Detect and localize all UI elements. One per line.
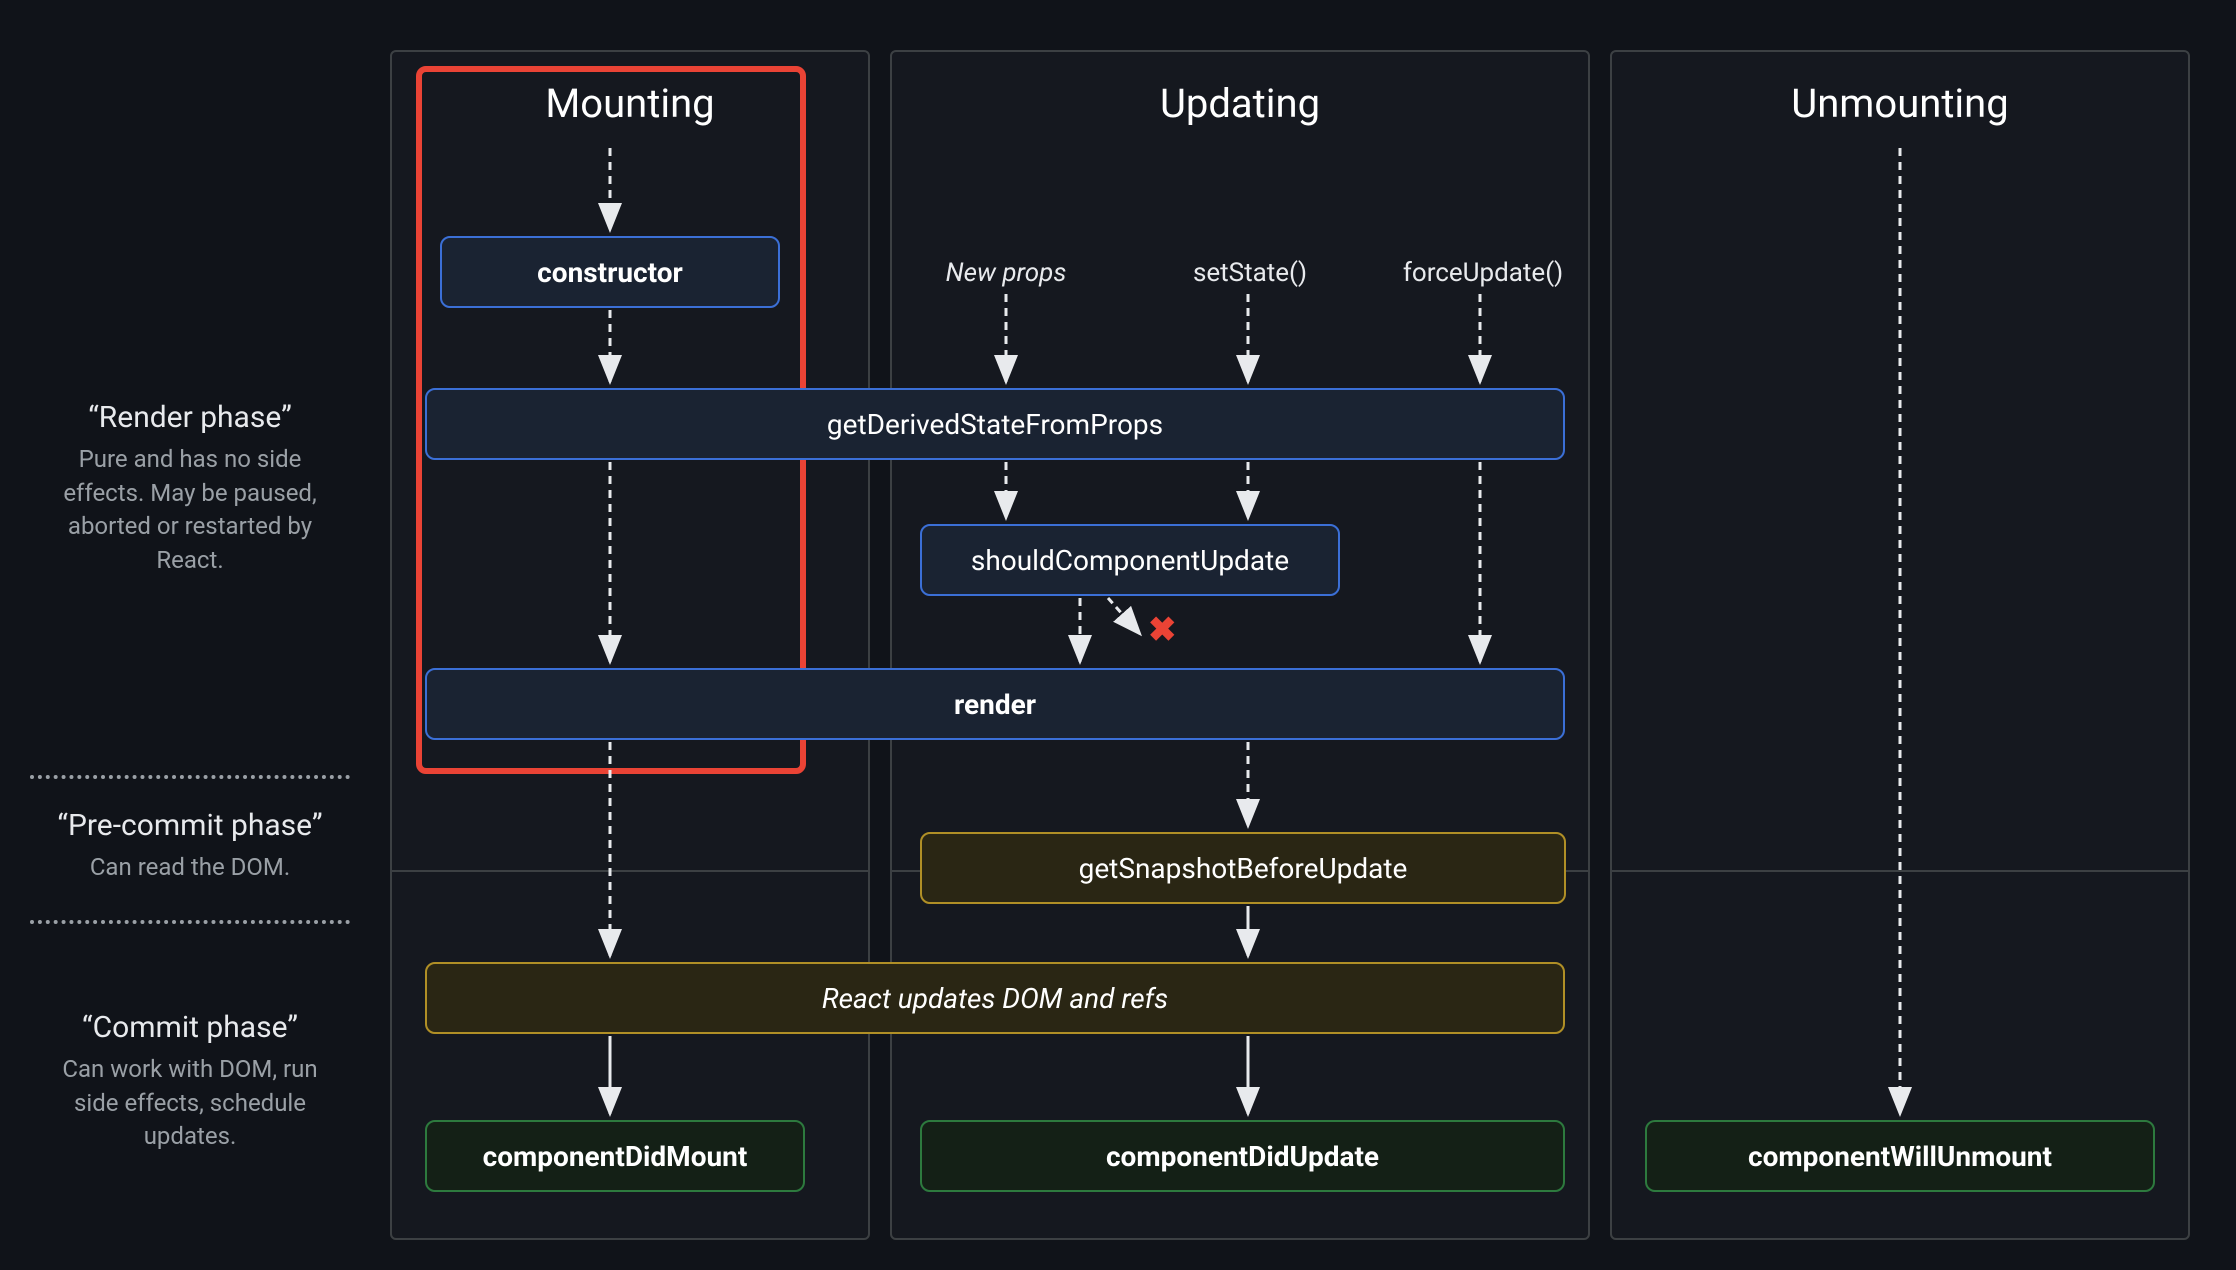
box-reactupdates-label: React updates DOM and refs — [822, 982, 1168, 1015]
box-render-label: render — [954, 688, 1036, 721]
phase-render-desc: Pure and has no side effects. May be pau… — [40, 443, 340, 577]
col-unmounting-header: Unmounting — [1612, 52, 2188, 127]
box-cdm[interactable]: componentDidMount — [425, 1120, 805, 1192]
phase-commit: “Commit phase” Can work with DOM, run si… — [40, 1010, 340, 1154]
box-cdm-label: componentDidMount — [483, 1140, 748, 1173]
trigger-newprops: New props — [926, 258, 1086, 288]
box-cwu[interactable]: componentWillUnmount — [1645, 1120, 2155, 1192]
row-sep-un — [1612, 870, 2188, 872]
box-cdu-label: componentDidUpdate — [1106, 1140, 1379, 1173]
phase-render: “Render phase” Pure and has no side effe… — [40, 400, 340, 577]
trigger-forceupdate: forceUpdate() — [1398, 258, 1568, 288]
box-cdu[interactable]: componentDidUpdate — [920, 1120, 1565, 1192]
phase-precommit-title: “Pre-commit phase” — [40, 808, 340, 843]
phase-precommit-desc: Can read the DOM. — [40, 851, 340, 885]
divider-2 — [30, 920, 350, 924]
phase-commit-desc: Can work with DOM, run side effects, sch… — [40, 1053, 340, 1154]
box-gsbu-label: getSnapshotBeforeUpdate — [1079, 852, 1408, 885]
trigger-setstate: setState() — [1170, 258, 1330, 288]
col-mounting: Mounting — [390, 50, 870, 1240]
phase-commit-title: “Commit phase” — [40, 1010, 340, 1045]
divider-1 — [30, 775, 350, 779]
box-scu[interactable]: shouldComponentUpdate — [920, 524, 1340, 596]
row-sep-m — [392, 870, 868, 872]
col-updating-header: Updating — [892, 52, 1588, 127]
box-gdsfp-label: getDerivedStateFromProps — [827, 408, 1163, 441]
box-gdsfp[interactable]: getDerivedStateFromProps — [425, 388, 1565, 460]
phase-render-title: “Render phase” — [40, 400, 340, 435]
box-constructor-label: constructor — [537, 256, 683, 289]
box-render[interactable]: render — [425, 668, 1565, 740]
cancel-x-icon: ✖ — [1148, 610, 1177, 650]
box-constructor[interactable]: constructor — [440, 236, 780, 308]
box-gsbu[interactable]: getSnapshotBeforeUpdate — [920, 832, 1566, 904]
col-updating: Updating — [890, 50, 1590, 1240]
phase-precommit: “Pre-commit phase” Can read the DOM. — [40, 808, 340, 885]
lifecycle-diagram: “Render phase” Pure and has no side effe… — [0, 0, 2236, 1270]
box-reactupdates: React updates DOM and refs — [425, 962, 1565, 1034]
col-mounting-header: Mounting — [392, 52, 868, 127]
col-unmounting: Unmounting — [1610, 50, 2190, 1240]
box-cwu-label: componentWillUnmount — [1748, 1140, 2052, 1173]
box-scu-label: shouldComponentUpdate — [971, 544, 1289, 577]
